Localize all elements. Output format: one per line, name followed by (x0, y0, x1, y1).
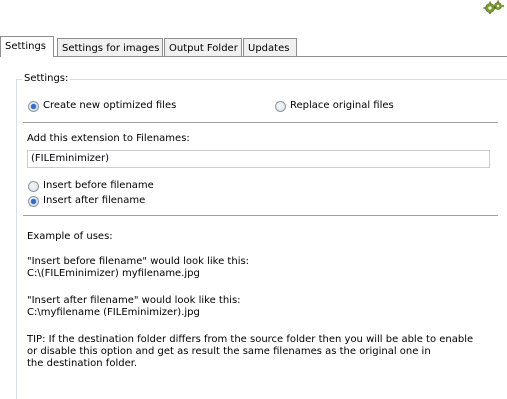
create-new-radio[interactable] (28, 101, 39, 112)
tab-output-folder[interactable]: Output Folder (164, 38, 242, 56)
tip-line3: the destination folder. (27, 358, 138, 369)
example-after-line2: C:\myfilename (FILEminimizer).jpg (27, 307, 200, 318)
settings-group-title: Settings: (22, 72, 71, 86)
separator (23, 215, 498, 216)
tip-line1: TIP: If the destination folder differs f… (27, 334, 474, 345)
tab-updates[interactable]: Updates (243, 38, 297, 56)
gear-icon[interactable] (482, 0, 506, 14)
insert-after-label[interactable]: Insert after filename (43, 195, 145, 207)
example-before-line1: "Insert before filename" would look like… (27, 256, 250, 267)
example-before-line2: C:\(FILEminimizer) myfilename.jpg (27, 268, 200, 279)
insert-before-label[interactable]: Insert before filename (43, 180, 154, 192)
tip-line2: or disable this option and get as result… (27, 346, 431, 357)
extension-label: Add this extension to Filenames: (27, 133, 190, 144)
example-after-line1: "Insert after filename" would look like … (27, 295, 241, 306)
tab-settings[interactable]: Settings (0, 36, 54, 57)
tab-strip-border (0, 56, 507, 57)
insert-after-radio[interactable] (28, 196, 39, 207)
tab-settings-for-images[interactable]: Settings for images (57, 38, 163, 56)
examples-heading: Example of uses: (27, 231, 113, 242)
separator (23, 122, 498, 123)
extension-input[interactable]: (FILEminimizer) (27, 150, 490, 168)
replace-original-radio[interactable] (275, 101, 286, 112)
replace-original-label[interactable]: Replace original files (290, 100, 394, 112)
create-new-label[interactable]: Create new optimized files (43, 100, 176, 112)
insert-before-radio[interactable] (28, 181, 39, 192)
